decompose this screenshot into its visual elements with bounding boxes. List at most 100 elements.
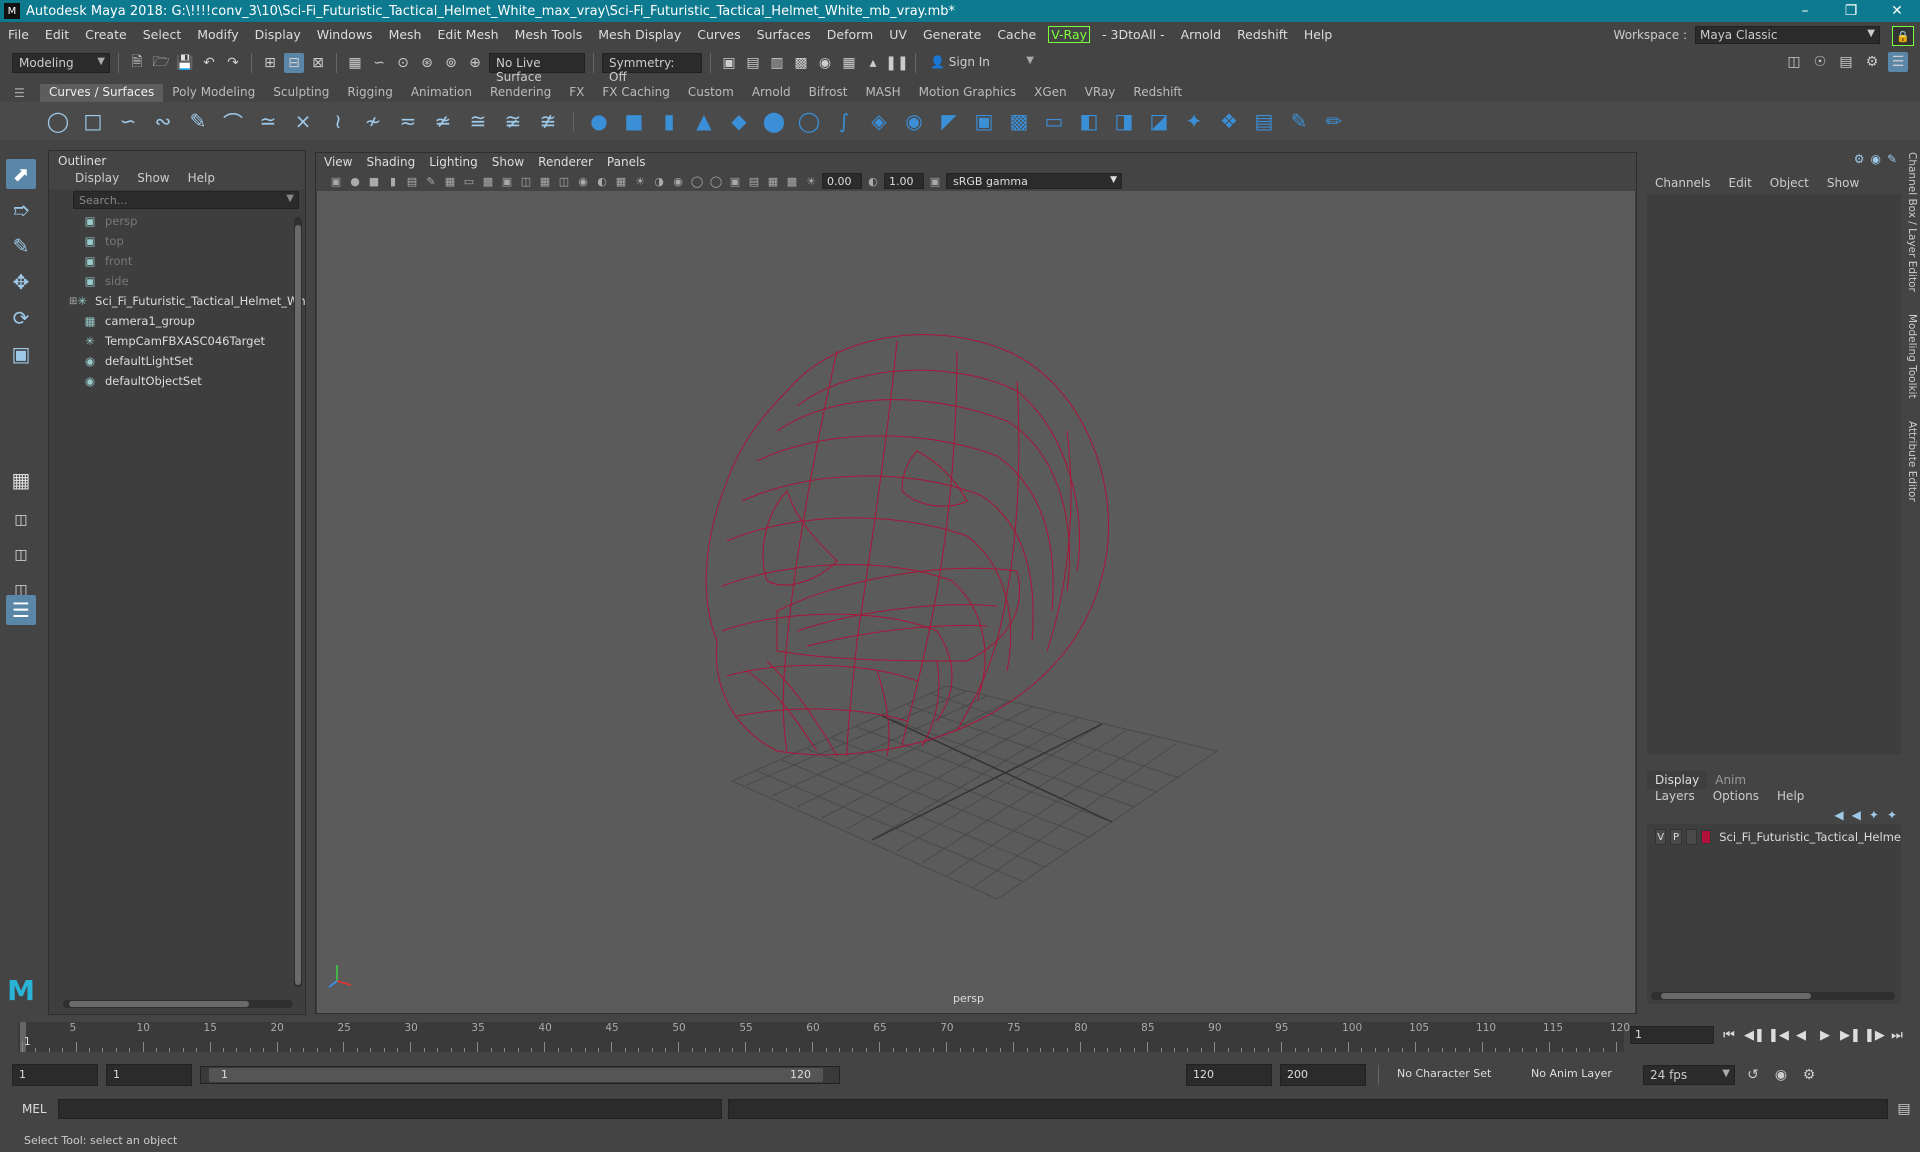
shelf-tab-fx-caching[interactable]: FX Caching	[593, 84, 678, 102]
shelf-tab-fx[interactable]: FX	[560, 84, 593, 102]
viewport-menu-show[interactable]: Show	[492, 155, 524, 169]
pause-icon[interactable]: ❚❚	[885, 53, 908, 73]
rebuild-curve-icon[interactable]: ≂	[394, 107, 422, 135]
outliner-item-side[interactable]: ▣ side	[49, 271, 305, 291]
go-to-start-icon[interactable]: ⏮	[1720, 1028, 1738, 1043]
anti-aliasing-icon[interactable]: ◯	[708, 173, 724, 189]
edit-surface-icon[interactable]: ✏	[1320, 107, 1348, 135]
shelf-tab-rendering[interactable]: Rendering	[481, 84, 560, 102]
lighting-icon[interactable]: ☀	[632, 173, 648, 189]
outliner-item-persp[interactable]: ▣ persp	[49, 211, 305, 231]
outliner-menu-display[interactable]: Display	[75, 171, 119, 187]
layer-tab-display[interactable]: Display	[1647, 771, 1708, 789]
project-curve-icon[interactable]: ◪	[1145, 107, 1173, 135]
pencil-curve-icon[interactable]: ✎	[184, 107, 212, 135]
menu-mesh-tools[interactable]: Mesh Tools	[507, 27, 591, 42]
snap-curve-icon[interactable]: ∽	[369, 53, 389, 73]
shelf-tab-motion-graphics[interactable]: Motion Graphics	[910, 84, 1026, 102]
tool-settings-icon[interactable]: ⚙	[1862, 52, 1882, 72]
maximize-button[interactable]: ❐	[1828, 0, 1874, 22]
nurbs-square-icon[interactable]: □	[79, 107, 107, 135]
offset-curve-icon[interactable]: ≄	[429, 107, 457, 135]
snap-surface-icon[interactable]: ⊚	[441, 53, 461, 73]
viewport-menu-view[interactable]: View	[324, 155, 352, 169]
menu-cache[interactable]: Cache	[989, 27, 1044, 42]
planar-icon[interactable]: ◈	[865, 107, 893, 135]
lock-icon[interactable]: 🔒	[1892, 26, 1914, 46]
outliner-vertical-scrollbar[interactable]	[294, 217, 302, 987]
attach-curves-icon[interactable]: ≀	[324, 107, 352, 135]
outliner-item-front[interactable]: ▣ front	[49, 251, 305, 271]
snap-grid-icon[interactable]: ▦	[345, 53, 365, 73]
bookmark-icon[interactable]: ■	[366, 173, 382, 189]
shelf-tab-redshift[interactable]: Redshift	[1124, 84, 1191, 102]
rotate-tool-icon[interactable]: ⟳	[6, 303, 36, 333]
close-button[interactable]: ✕	[1874, 0, 1920, 22]
render-frame-icon[interactable]: ▤	[743, 53, 763, 73]
nurbs-torus-icon[interactable]: ⬤	[760, 107, 788, 135]
workspace-dropdown[interactable]: Maya Classic ▼	[1695, 26, 1880, 44]
command-input[interactable]	[58, 1099, 722, 1119]
nurbs-plane-icon[interactable]: ◆	[725, 107, 753, 135]
gamma-icon[interactable]: ◐	[865, 173, 881, 189]
open-scene-icon[interactable]: 🗁	[151, 53, 171, 73]
channel-box-menu-object[interactable]: Object	[1770, 176, 1809, 190]
shelf-tab-animation[interactable]: Animation	[402, 84, 481, 102]
xray-icon[interactable]: ▦	[765, 173, 781, 189]
viewport-menu-renderer[interactable]: Renderer	[538, 155, 593, 169]
new-layer-icon[interactable]: ✦	[1869, 808, 1879, 822]
vray-render-icon[interactable]: ▦	[839, 53, 859, 73]
detach-curves-icon[interactable]: ≁	[359, 107, 387, 135]
menu-help[interactable]: Help	[1296, 27, 1341, 42]
shelf-tab-custom[interactable]: Custom	[679, 84, 743, 102]
attach-surfaces-icon[interactable]: ❖	[1215, 107, 1243, 135]
ipr-render-icon[interactable]: ▥	[767, 53, 787, 73]
nurbs-sphere-icon[interactable]: ●	[585, 107, 613, 135]
redo-icon[interactable]: ↷	[223, 53, 243, 73]
viewport-3d[interactable]: persp	[317, 191, 1635, 1013]
channel-box-menu-edit[interactable]: Edit	[1729, 176, 1752, 190]
outliner-item-default-light-set[interactable]: ◉ defaultLightSet	[49, 351, 305, 371]
outliner-menu-help[interactable]: Help	[188, 171, 215, 187]
mode-dropdown[interactable]: Modeling ▼	[12, 53, 110, 73]
sign-in-button[interactable]: 👤 Sign In ▼	[924, 53, 1038, 73]
channel-box-icon[interactable]: ☰	[1888, 52, 1908, 72]
square-surface-icon[interactable]: ▭	[1040, 107, 1068, 135]
new-layer-selected-icon[interactable]: ✦	[1887, 808, 1897, 822]
gate-mask-icon[interactable]: ▣	[499, 173, 515, 189]
color-management-icon[interactable]: ▣	[927, 173, 943, 189]
layer-display-type[interactable]	[1685, 829, 1698, 845]
current-frame-field[interactable]: 1	[1630, 1026, 1714, 1044]
channel-box-toggle-icon[interactable]: ⚙	[1854, 152, 1865, 166]
minimize-button[interactable]: –	[1782, 0, 1828, 22]
grid-icon[interactable]: ▦	[442, 173, 458, 189]
menu-modify[interactable]: Modify	[189, 27, 246, 42]
paint-select-icon[interactable]: ✎	[6, 231, 36, 261]
time-slider-track[interactable]: 1 5 10 15 20 25 30 35 40 45 50 55 60 65 70 75 80 85 90 95 10…	[18, 1022, 1630, 1052]
outliner-item-helmet[interactable]: ⊞ ✳ Sci_Fi_Futuristic_Tactical_Helmet_Whi	[49, 291, 305, 311]
viewport-menu-panels[interactable]: Panels	[607, 155, 646, 169]
render-settings-icon[interactable]: ▩	[791, 53, 811, 73]
select-camera-icon[interactable]: ▣	[328, 173, 344, 189]
menu-arnold[interactable]: Arnold	[1173, 27, 1229, 42]
side-tab-channel-box[interactable]: Channel Box / Layer Editor	[1906, 152, 1918, 292]
viewport-menu-shading[interactable]: Shading	[366, 155, 415, 169]
menu-deform[interactable]: Deform	[819, 27, 881, 42]
animation-preferences-icon[interactable]: ⚙	[1799, 1065, 1819, 1085]
select-component-icon[interactable]: ⊠	[308, 53, 328, 73]
boundary-icon[interactable]: ▩	[1005, 107, 1033, 135]
single-view-icon[interactable]: ▦	[6, 465, 36, 495]
resolution-gate-icon[interactable]: ▩	[480, 173, 496, 189]
outliner-item-camera1-group[interactable]: ▦ camera1_group	[49, 311, 305, 331]
select-hierarchy-icon[interactable]: ⊞	[260, 53, 280, 73]
menu-select[interactable]: Select	[135, 27, 190, 42]
arc-tool-icon[interactable]: ⌒	[219, 107, 247, 135]
depth-of-field-icon[interactable]: ▣	[727, 173, 743, 189]
shelf-tab-bifrost[interactable]: Bifrost	[800, 84, 857, 102]
snap-view-icon[interactable]: ⊛	[417, 53, 437, 73]
field-chart-icon[interactable]: ◫	[518, 173, 534, 189]
shelf-tab-rigging[interactable]: Rigging	[338, 84, 401, 102]
outliner-menu-show[interactable]: Show	[137, 171, 169, 187]
attribute-editor-icon[interactable]: ▤	[1836, 52, 1856, 72]
shelf-tab-vray[interactable]: VRay	[1076, 84, 1125, 102]
